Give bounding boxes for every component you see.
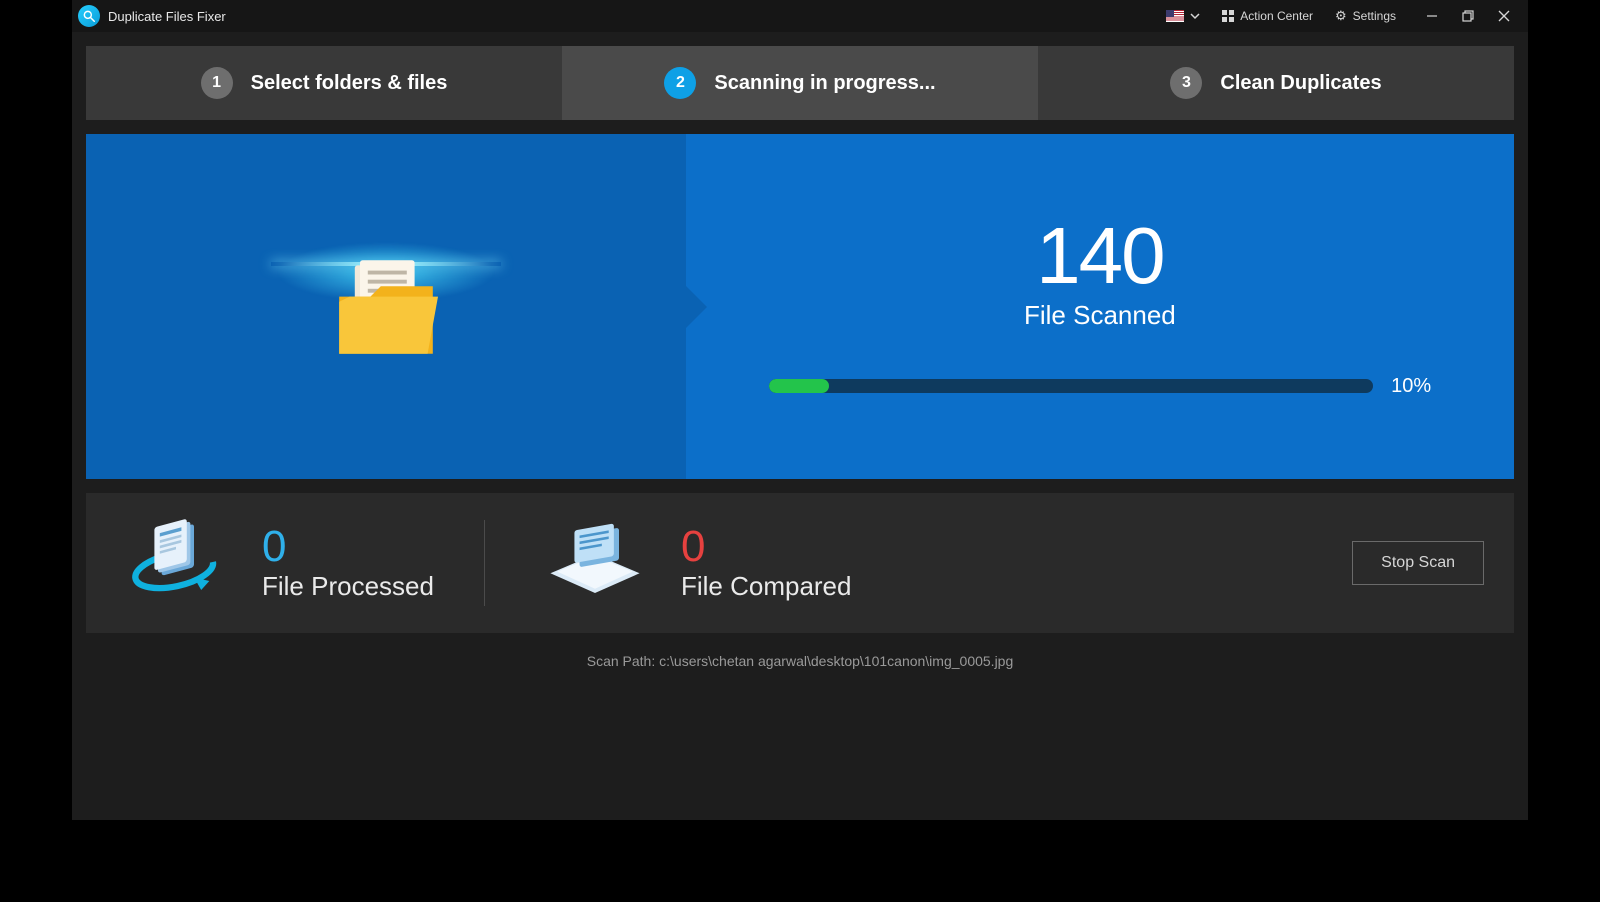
settings-label: Settings xyxy=(1353,9,1396,23)
app-logo-icon xyxy=(78,5,100,27)
progress-fill xyxy=(769,379,829,393)
file-compared-icon xyxy=(535,513,655,613)
scan-path-value: c:\users\chetan agarwal\desktop\101canon… xyxy=(659,653,1013,669)
chevron-down-icon xyxy=(1190,11,1200,21)
stop-scan-button[interactable]: Stop Scan xyxy=(1352,541,1484,585)
grid-icon xyxy=(1222,10,1234,22)
titlebar: Duplicate Files Fixer Action Center ⚙ Se… xyxy=(72,0,1528,32)
minimize-button[interactable] xyxy=(1414,2,1450,30)
scan-hero-right: 140 File Scanned 10% xyxy=(686,134,1514,479)
step-2-label: Scanning in progress... xyxy=(714,72,935,95)
scan-path-prefix: Scan Path: xyxy=(587,653,659,669)
progress-row: 10% xyxy=(769,375,1432,398)
folder-icon xyxy=(321,242,451,372)
stepper: 1 Select folders & files 2 Scanning in p… xyxy=(86,46,1514,120)
stat-processed: 0 File Processed xyxy=(116,513,434,613)
step-1-num: 1 xyxy=(201,67,233,99)
compared-count: 0 xyxy=(681,525,852,569)
progress-percent-label: 10% xyxy=(1391,375,1431,398)
step-3[interactable]: 3 Clean Duplicates xyxy=(1038,46,1514,120)
action-center-label: Action Center xyxy=(1240,9,1313,23)
close-button[interactable] xyxy=(1486,2,1522,30)
files-scanned-label: File Scanned xyxy=(1024,300,1176,331)
step-3-num: 3 xyxy=(1170,67,1202,99)
maximize-button[interactable] xyxy=(1450,2,1486,30)
scanning-folder-illustration xyxy=(256,207,516,407)
file-processed-icon xyxy=(116,513,236,613)
scan-hero-left xyxy=(86,134,686,479)
app-title: Duplicate Files Fixer xyxy=(108,9,226,24)
gear-icon: ⚙ xyxy=(1335,8,1347,24)
main-body: 1 Select folders & files 2 Scanning in p… xyxy=(72,32,1528,820)
stat-compared: 0 File Compared xyxy=(535,513,852,613)
step-2-num: 2 xyxy=(664,67,696,99)
scan-path-line: Scan Path: c:\users\chetan agarwal\deskt… xyxy=(86,647,1514,669)
vertical-divider xyxy=(484,520,485,606)
processed-count: 0 xyxy=(262,525,434,569)
action-center-button[interactable]: Action Center xyxy=(1218,7,1317,25)
processed-label: File Processed xyxy=(262,571,434,602)
scan-hero-panel: 140 File Scanned 10% xyxy=(86,134,1514,479)
step-2[interactable]: 2 Scanning in progress... xyxy=(562,46,1038,120)
progress-bar xyxy=(769,379,1374,393)
language-selector[interactable] xyxy=(1162,8,1204,24)
step-3-label: Clean Duplicates xyxy=(1220,72,1381,95)
step-1[interactable]: 1 Select folders & files xyxy=(86,46,562,120)
compared-label: File Compared xyxy=(681,571,852,602)
app-window: Duplicate Files Fixer Action Center ⚙ Se… xyxy=(72,0,1528,820)
stats-panel: 0 File Processed xyxy=(86,493,1514,633)
flag-us-icon xyxy=(1166,10,1184,22)
files-scanned-count: 140 xyxy=(1036,216,1163,296)
settings-button[interactable]: ⚙ Settings xyxy=(1331,6,1400,26)
step-1-label: Select folders & files xyxy=(251,72,448,95)
